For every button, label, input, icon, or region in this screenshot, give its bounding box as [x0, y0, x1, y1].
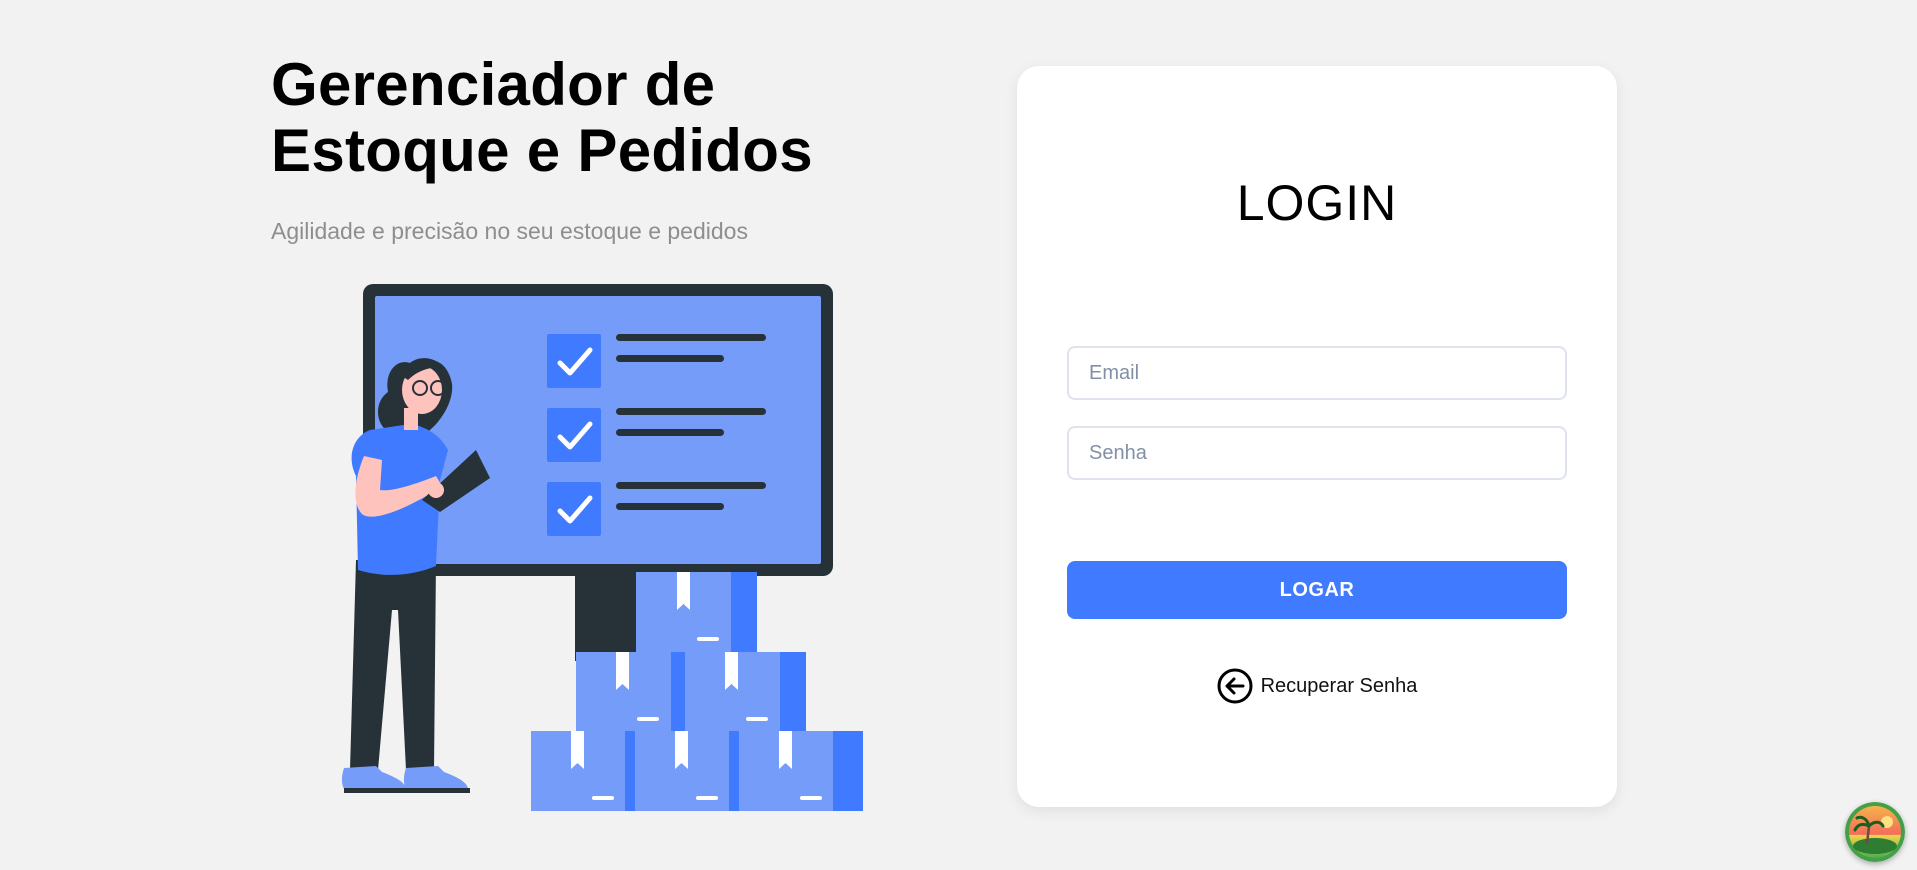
email-field[interactable] [1067, 346, 1567, 400]
login-page: Gerenciador de Estoque e Pedidos Agilida… [0, 0, 1917, 870]
arrow-left-circle-icon [1217, 668, 1253, 704]
recover-password-label: Recuperar Senha [1260, 674, 1418, 697]
page-subtitle: Agilidade e precisão no seu estoque e pe… [271, 218, 748, 244]
page-title: Gerenciador de Estoque e Pedidos [271, 52, 891, 184]
hero-section: Gerenciador de Estoque e Pedidos Agilida… [271, 52, 891, 245]
recover-password-link[interactable]: Recuperar Senha [1017, 668, 1617, 704]
login-card: LOGIN LOGAR Recuperar Senha [1017, 66, 1617, 807]
inventory-illustration [341, 284, 863, 811]
login-title: LOGIN [1236, 175, 1398, 231]
tropical-island-avatar-icon[interactable] [1845, 802, 1905, 862]
page-title-line-2: Estoque e Pedidos [271, 117, 813, 184]
login-button[interactable]: LOGAR [1067, 561, 1567, 619]
page-title-line-1: Gerenciador de [271, 51, 716, 118]
password-field[interactable] [1067, 426, 1567, 480]
